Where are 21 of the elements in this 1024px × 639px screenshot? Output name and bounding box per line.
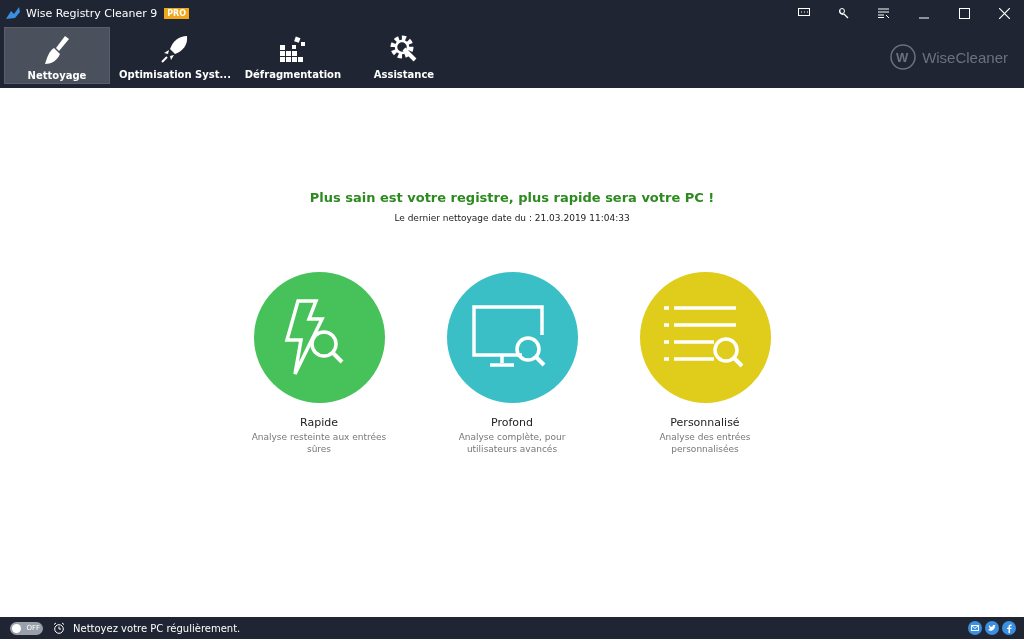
toolbar-tab[interactable]: Défragmentation xyxy=(239,27,346,84)
scan-mode-description: Analyse complète, pour utilisateurs avancés xyxy=(457,432,567,456)
list-search-icon xyxy=(664,305,746,370)
alarm-clock-icon xyxy=(53,622,65,634)
scan-mode-title: Rapide xyxy=(300,416,338,429)
scan-mode-title: Personnalisé xyxy=(670,416,740,429)
toolbar-tab[interactable]: Nettoyage xyxy=(4,27,110,84)
f-letter-icon[interactable] xyxy=(1002,621,1016,635)
headline: Plus sain est votre registre, plus rapide sera votre PC ! xyxy=(309,190,715,205)
scan-mode-description: Analyse resteinte aux entrées sûres xyxy=(250,432,388,456)
status-message: Nettoyez votre PC régulièrement. xyxy=(73,622,241,634)
scan-mode-description: Analyse des entrées personnalisées xyxy=(658,432,752,456)
toolbar-tab[interactable]: Assistance xyxy=(350,27,457,84)
mail-icon[interactable] xyxy=(968,621,982,635)
last-clean-date: Le dernier nettoyage date du : 21.03.2019 11:04:33 xyxy=(394,213,630,223)
bird-icon[interactable] xyxy=(985,621,999,635)
toolbar-tab[interactable]: Optimisation Syst... xyxy=(115,27,235,84)
pro-badge: PRO xyxy=(164,7,190,19)
app-logo-icon xyxy=(5,6,21,20)
window-title: Wise Registry Cleaner 9 xyxy=(26,6,158,20)
scan-mode-title: Profond xyxy=(491,416,533,429)
